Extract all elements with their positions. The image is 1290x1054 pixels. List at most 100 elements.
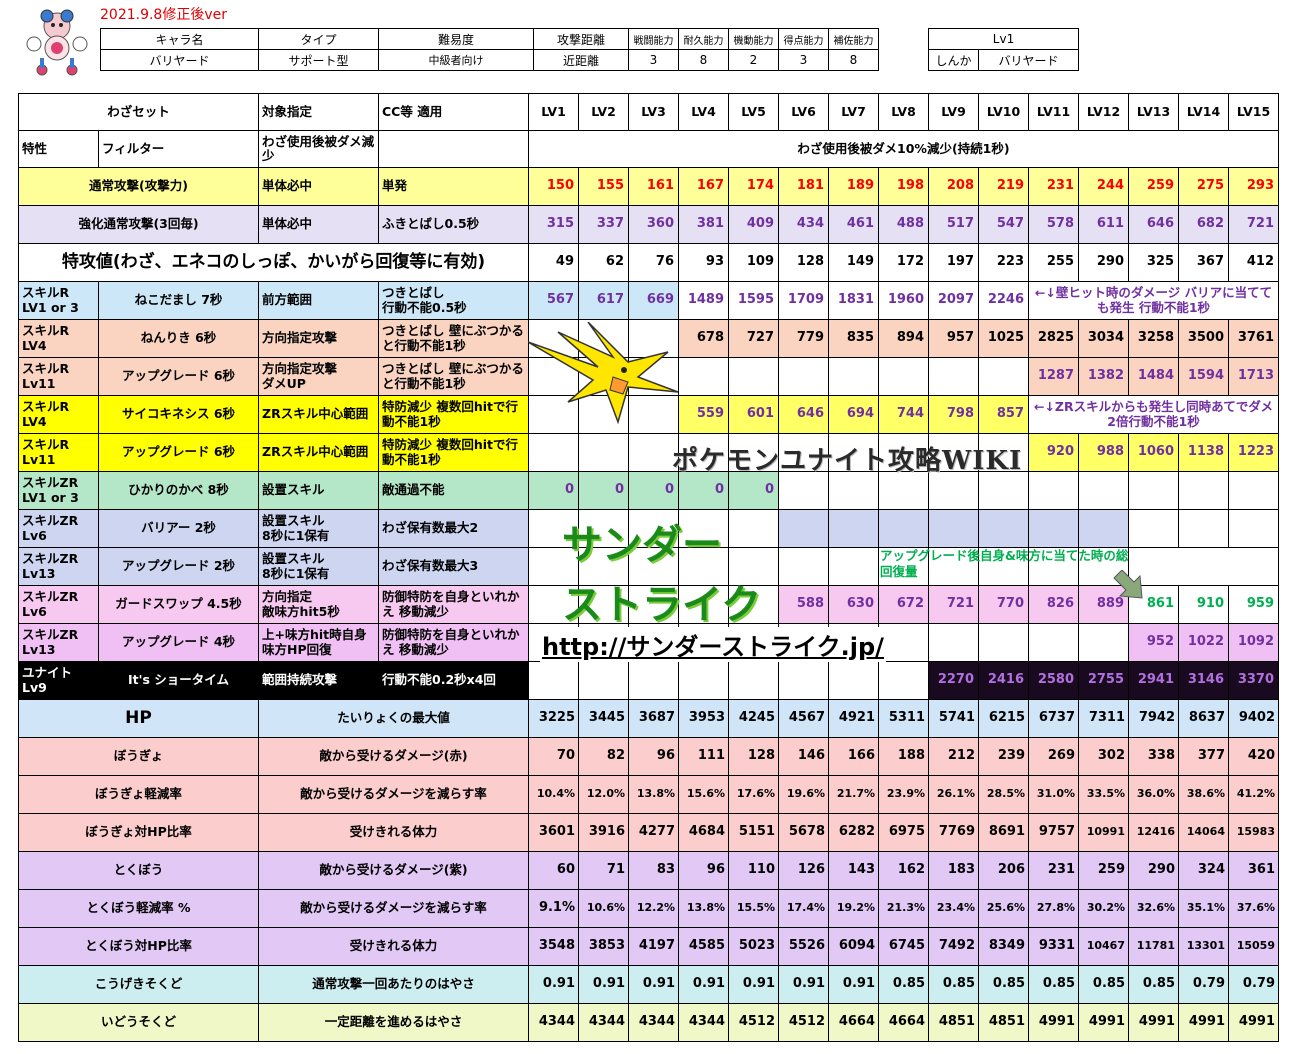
skill-row: スキルR LV1 or 3 ねこだまし 7秒 前方範囲 つきとばし 行動不能0.5秒 5… bbox=[18, 281, 1279, 320]
normal-attack-name: 通常攻撃(攻撃力) bbox=[18, 167, 259, 206]
value-cell bbox=[528, 433, 579, 472]
value-cell bbox=[928, 357, 979, 396]
value-cell: 5311 bbox=[878, 699, 929, 738]
value-cell: 70 bbox=[528, 737, 579, 776]
value-cell: 3953 bbox=[678, 699, 729, 738]
enhanced-attack-target: 単体必中 bbox=[258, 205, 379, 244]
value-cell: 14064 bbox=[1178, 813, 1229, 852]
value-cell: 0.85 bbox=[1028, 965, 1079, 1004]
value-cell bbox=[1178, 509, 1229, 548]
value-cell bbox=[778, 509, 829, 548]
value-cell: 920 bbox=[1028, 433, 1079, 472]
stat-row: ぼうぎょ 敵から受けるダメージ(赤) 70 82 96 111 128 146 166 188 21… bbox=[18, 737, 1279, 776]
value-cell: 290 bbox=[1128, 851, 1179, 890]
trait-desc: わざ使用後被ダメ10%減少(持続1秒) bbox=[528, 130, 1279, 168]
value-cell bbox=[928, 471, 979, 510]
header-level: LV2 bbox=[578, 93, 629, 131]
value-cell: 111 bbox=[678, 737, 729, 776]
value-cell: 4664 bbox=[878, 1003, 929, 1042]
level-box-left: しんか bbox=[928, 49, 979, 71]
skill-name: アップグレード 6秒 bbox=[98, 433, 259, 472]
header-level: LV6 bbox=[778, 93, 829, 131]
info-value: 8 bbox=[678, 49, 729, 71]
header-row: わざセット 対象指定 CC等 適用 LV1 LV2 LV3 LV4 LV5 LV6 LV7 LV8 L… bbox=[18, 93, 1279, 131]
value-cell bbox=[578, 433, 629, 472]
skill-slot: スキルR LV1 or 3 bbox=[18, 281, 99, 320]
value-cell: 3370 bbox=[1228, 661, 1279, 700]
info-header: 耐久能力 bbox=[678, 28, 729, 50]
value-cell: 231 bbox=[1028, 851, 1079, 890]
value-cell: 10991 bbox=[1078, 813, 1129, 852]
value-cell: 588 bbox=[778, 585, 829, 624]
value-cell: 3853 bbox=[578, 927, 629, 966]
value-cell: 172 bbox=[878, 243, 929, 282]
value-cell: 910 bbox=[1178, 585, 1229, 624]
header-level: LV4 bbox=[678, 93, 729, 131]
value-cell: 4991 bbox=[1028, 1003, 1079, 1042]
value-cell: 4344 bbox=[678, 1003, 729, 1042]
header-set: わざセット bbox=[18, 93, 259, 131]
value-cell: 49 bbox=[528, 243, 579, 282]
value-cell bbox=[878, 357, 929, 396]
skill-name: サイコキネシス 6秒 bbox=[98, 395, 259, 434]
value-cell: 21.3% bbox=[878, 889, 929, 928]
value-cell: 744 bbox=[878, 395, 929, 434]
info-header: タイプ bbox=[258, 28, 379, 50]
value-cell: 269 bbox=[1028, 737, 1079, 776]
value-cell bbox=[978, 471, 1029, 510]
stat-name: ぼうぎょ軽減率 bbox=[18, 775, 259, 814]
value-cell: 798 bbox=[928, 395, 979, 434]
value-cell: 578 bbox=[1028, 205, 1079, 244]
skill-row: スキルZR LV1 or 3 ひかりのかべ 8秒 設置スキル 敵通過不能 0 0 0 0 0 bbox=[18, 471, 1279, 510]
value-cell: 161 bbox=[628, 167, 679, 206]
value-cell bbox=[1228, 471, 1279, 510]
stat-name: ぼうぎょ bbox=[18, 737, 259, 776]
value-cell: 244 bbox=[1078, 167, 1129, 206]
value-cell: 2270 bbox=[928, 661, 979, 700]
header-level: LV9 bbox=[928, 93, 979, 131]
value-cell: 60 bbox=[528, 851, 579, 890]
value-cell: 4991 bbox=[1178, 1003, 1229, 1042]
stat-row: とくぼう軽減率 % 敵から受けるダメージを減らす率 9.1% 10.6% 12.2% 13… bbox=[18, 889, 1279, 928]
stat-row: とくぼう 敵から受けるダメージ(紫) 60 71 83 96 110 126 143 162 183… bbox=[18, 851, 1279, 890]
value-cell: 770 bbox=[978, 585, 1029, 624]
value-cell: 0.91 bbox=[778, 965, 829, 1004]
spreadsheet-page: { "version_label": "2021.9.8修正後ver", "in… bbox=[0, 0, 1290, 1054]
stat-name: とくぼう軽減率 % bbox=[18, 889, 259, 928]
value-cell: 0.85 bbox=[928, 965, 979, 1004]
value-cell: 2941 bbox=[1128, 661, 1179, 700]
value-cell: 8637 bbox=[1178, 699, 1229, 738]
info-header: 得点能力 bbox=[778, 28, 829, 50]
value-cell: 8691 bbox=[978, 813, 1029, 852]
value-cell bbox=[1128, 509, 1179, 548]
info-value: 中級者向け bbox=[378, 49, 534, 71]
value-cell bbox=[878, 471, 929, 510]
value-cell bbox=[1078, 471, 1129, 510]
value-cell: 13.8% bbox=[678, 889, 729, 928]
overlay-url-link[interactable]: http://サンダーストライク.jp/ bbox=[540, 627, 886, 662]
value-cell: 2580 bbox=[1028, 661, 1079, 700]
value-cell: 337 bbox=[578, 205, 629, 244]
value-cell: 4344 bbox=[628, 1003, 679, 1042]
value-cell: 1025 bbox=[978, 319, 1029, 358]
value-cell: 1138 bbox=[1178, 433, 1229, 472]
unite-row: ユナイト Lv9 It's ショータイム 範囲持続攻撃 行動不能0.2秒x4回 2270… bbox=[18, 661, 1279, 700]
value-cell: 611 bbox=[1078, 205, 1129, 244]
value-cell: 727 bbox=[728, 319, 779, 358]
stat-desc: 通常攻撃一回あたりのはやさ bbox=[258, 965, 529, 1004]
value-cell: 6094 bbox=[828, 927, 879, 966]
value-cell: 4585 bbox=[678, 927, 729, 966]
unite-cc: 行動不能0.2秒x4回 bbox=[378, 661, 529, 700]
value-cell: 31.0% bbox=[1028, 775, 1079, 814]
stat-desc: 一定距離を進めるはやさ bbox=[258, 1003, 529, 1042]
value-cell: 3225 bbox=[528, 699, 579, 738]
value-cell: 1223 bbox=[1228, 433, 1279, 472]
value-cell: 1022 bbox=[1178, 623, 1229, 662]
value-cell bbox=[978, 509, 1029, 548]
value-cell: 646 bbox=[1128, 205, 1179, 244]
normal-attack-row: 通常攻撃(攻撃力) 単体必中 単発 150 155 161 167 174 181 189 198 2… bbox=[18, 167, 1279, 206]
value-cell: 1092 bbox=[1228, 623, 1279, 662]
value-cell: 3258 bbox=[1128, 319, 1179, 358]
version-label: 2021.9.8修正後ver bbox=[100, 7, 227, 23]
skill-name: ガードスワップ 4.5秒 bbox=[98, 585, 259, 624]
